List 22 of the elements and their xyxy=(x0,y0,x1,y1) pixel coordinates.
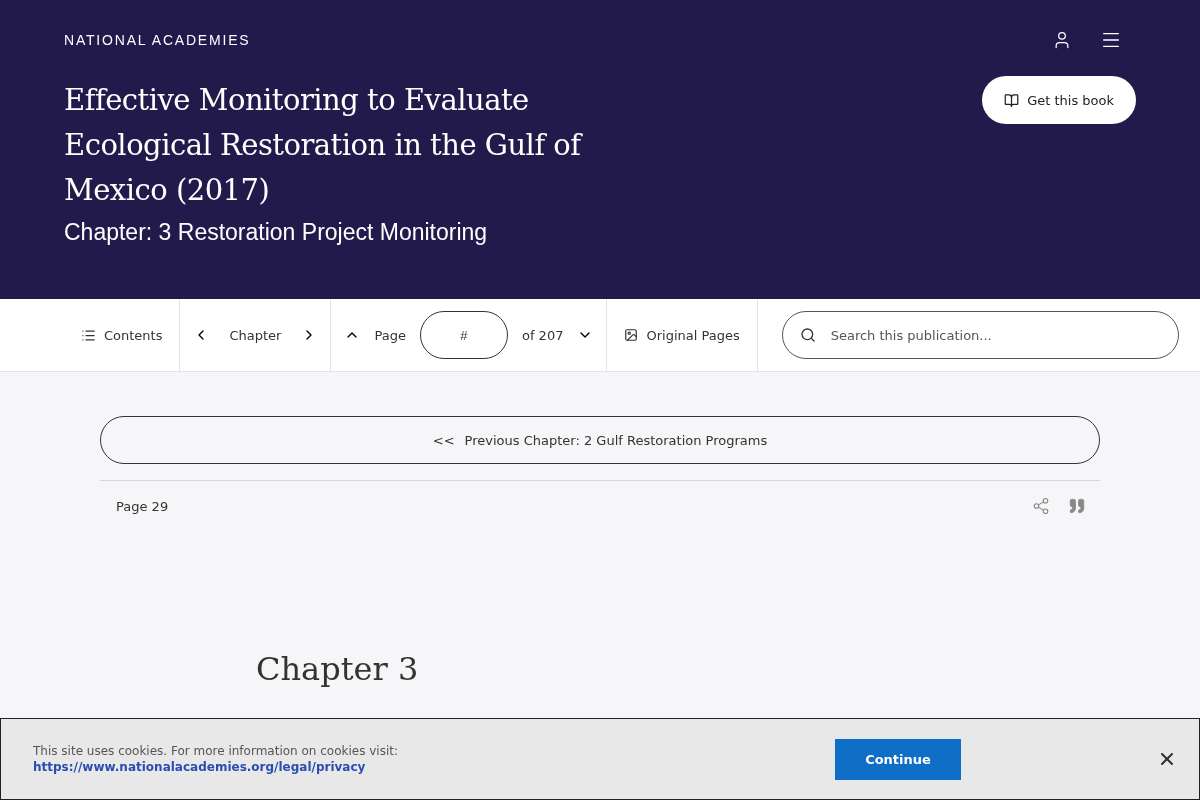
book-title: Effective Monitoring to Evaluate Ecological Restoration in the Gulf of Mexico (2017) xyxy=(64,82,584,209)
cookie-text: This site uses cookies. For more information on cookies visit: xyxy=(33,744,400,758)
chapter-number: Chapter 3 xyxy=(256,649,420,690)
quote-icon[interactable] xyxy=(1068,497,1086,515)
book-icon xyxy=(1004,92,1020,108)
page-total: of 207 xyxy=(521,327,564,343)
chapter-label: Chapter xyxy=(229,327,282,343)
get-book-button[interactable]: Get this book xyxy=(982,76,1136,124)
contents-button[interactable]: Contents xyxy=(77,323,167,347)
search-icon xyxy=(799,327,816,343)
privacy-link[interactable]: https://www.nationalacademies.org/legal/privacy xyxy=(33,760,366,774)
chapter-subtitle: Chapter: 3 Restoration Project Monitoring xyxy=(64,219,489,246)
page-input-field[interactable]: # xyxy=(419,311,508,359)
page-label: Page xyxy=(374,327,406,343)
page-number: Page 29 xyxy=(116,498,169,514)
list-icon xyxy=(81,327,96,343)
share-icon[interactable] xyxy=(1032,497,1050,515)
search-field[interactable]: Search this publication... xyxy=(781,311,1179,359)
logo[interactable]: NATIONAL ACADEMIES xyxy=(64,32,251,48)
continue-button[interactable]: Continue xyxy=(835,738,961,780)
original-pages-button[interactable]: Original Pages xyxy=(620,323,744,347)
image-icon xyxy=(624,328,639,342)
